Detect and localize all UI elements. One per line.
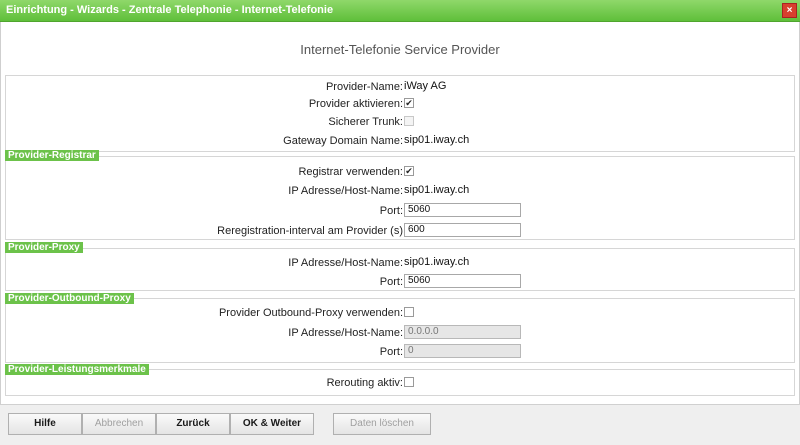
outbound-use-label: Provider Outbound-Proxy verwenden: [218, 307, 403, 319]
outbound-port-input: 0 [404, 344, 521, 358]
gateway-domain-label: Gateway Domain Name: [283, 135, 403, 147]
section-provider-registrar: Provider-Registrar [5, 150, 99, 161]
page-title: Internet-Telefonie Service Provider [300, 42, 500, 57]
reregistration-interval-row: Reregistration-interval am Provider (s) … [6, 222, 796, 240]
proxy-host-value: sip01.iway.ch [404, 256, 470, 268]
proxy-port-row: Port: 5060 [6, 273, 796, 291]
provider-name-row: Provider-Name: iWay AG [6, 78, 796, 96]
registrar-use-row: Registrar verwenden: ✔ [6, 163, 796, 181]
reregistration-interval-input[interactable]: 600 [404, 223, 521, 237]
outbound-port-row: Port: 0 [6, 343, 796, 361]
registrar-host-label: IP Adresse/Host-Name: [288, 185, 403, 197]
section-provider-features: Provider-Leistungsmerkmale [5, 364, 149, 375]
close-icon[interactable]: × [782, 3, 797, 18]
gateway-domain-row: Gateway Domain Name: sip01.iway.ch [6, 132, 796, 150]
proxy-port-input[interactable]: 5060 [404, 274, 521, 288]
footer-bar: Hilfe Abbrechen Zurück OK & Weiter Daten… [0, 404, 800, 445]
registrar-box: Registrar verwenden: ✔ IP Adresse/Host-N… [5, 156, 795, 240]
provider-box: Provider-Name: iWay AG Provider aktivier… [5, 75, 795, 152]
outbound-port-label: Port: [379, 346, 403, 358]
registrar-port-row: Port: 5060 [6, 202, 796, 220]
proxy-host-row: IP Adresse/Host-Name: sip01.iway.ch [6, 254, 796, 272]
outbound-proxy-box: Provider Outbound-Proxy verwenden: IP Ad… [5, 298, 795, 363]
cancel-button: Abbrechen [82, 413, 156, 435]
provider-name-value: iWay AG [404, 80, 447, 92]
window-title: Einrichtung - Wizards - Zentrale Telepho… [6, 4, 334, 16]
registrar-host-value: sip01.iway.ch [404, 184, 470, 196]
secure-trunk-label: Sicherer Trunk: [328, 116, 403, 128]
gateway-domain-value: sip01.iway.ch [404, 134, 470, 146]
title-bar: Einrichtung - Wizards - Zentrale Telepho… [0, 0, 800, 22]
provider-activate-row: Provider aktivieren: ✔ [6, 95, 796, 113]
rerouting-row: Rerouting aktiv: [6, 374, 796, 392]
rerouting-label: Rerouting aktiv: [326, 377, 403, 389]
ok-next-button[interactable]: OK & Weiter [230, 413, 314, 435]
outbound-host-row: IP Adresse/Host-Name: 0.0.0.0 [6, 324, 796, 342]
outbound-host-label: IP Adresse/Host-Name: [288, 327, 403, 339]
delete-data-button: Daten löschen [333, 413, 431, 435]
proxy-port-label: Port: [379, 276, 403, 288]
outbound-use-row: Provider Outbound-Proxy verwenden: [6, 304, 796, 322]
back-button[interactable]: Zurück [156, 413, 230, 435]
rerouting-checkbox[interactable] [404, 377, 414, 387]
secure-trunk-row: Sicherer Trunk: [6, 113, 796, 131]
proxy-box: IP Adresse/Host-Name: sip01.iway.ch Port… [5, 248, 795, 291]
registrar-use-label: Registrar verwenden: [298, 166, 403, 178]
outbound-use-checkbox[interactable] [404, 307, 414, 317]
provider-activate-checkbox[interactable]: ✔ [404, 98, 414, 108]
outbound-host-input: 0.0.0.0 [404, 325, 521, 339]
provider-name-label: Provider-Name: [325, 81, 403, 93]
help-button[interactable]: Hilfe [8, 413, 82, 435]
secure-trunk-checkbox [404, 116, 414, 126]
section-provider-proxy: Provider-Proxy [5, 242, 83, 253]
provider-activate-label: Provider aktivieren: [308, 98, 403, 110]
section-provider-outbound-proxy: Provider-Outbound-Proxy [5, 293, 134, 304]
proxy-host-label: IP Adresse/Host-Name: [288, 257, 403, 269]
registrar-port-input[interactable]: 5060 [404, 203, 521, 217]
registrar-use-checkbox[interactable]: ✔ [404, 166, 414, 176]
reregistration-interval-label: Reregistration-interval am Provider (s) [217, 225, 403, 237]
registrar-host-row: IP Adresse/Host-Name: sip01.iway.ch [6, 182, 796, 200]
registrar-port-label: Port: [379, 205, 403, 217]
